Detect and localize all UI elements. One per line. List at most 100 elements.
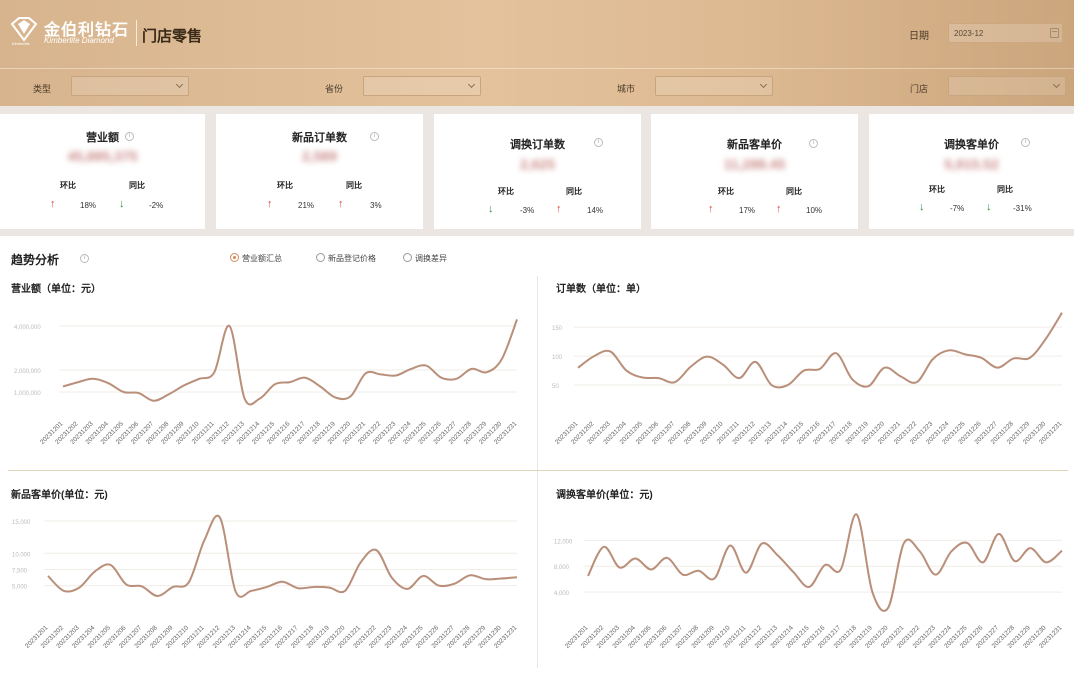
date-picker[interactable]: 2023-12 xyxy=(948,23,1063,43)
data-point[interactable] xyxy=(468,573,472,577)
data-point[interactable] xyxy=(167,392,171,396)
info-icon[interactable]: i xyxy=(125,132,134,141)
data-point[interactable] xyxy=(947,348,951,352)
data-point[interactable] xyxy=(949,549,953,553)
data-point[interactable] xyxy=(93,569,97,573)
data-point[interactable] xyxy=(1060,311,1064,315)
radio-new-price[interactable]: 新品登记价格 xyxy=(316,253,376,264)
data-point[interactable] xyxy=(515,317,519,321)
radio-revenue-summary[interactable]: 营业额汇总 xyxy=(230,253,282,264)
calendar-icon[interactable] xyxy=(1050,28,1059,38)
filter-select-city[interactable] xyxy=(655,76,773,96)
data-point[interactable] xyxy=(997,532,1001,536)
data-point[interactable] xyxy=(379,372,383,376)
data-point[interactable] xyxy=(705,355,709,359)
data-point[interactable] xyxy=(76,380,80,384)
data-point[interactable] xyxy=(633,556,637,560)
data-point[interactable] xyxy=(918,549,922,553)
data-point[interactable] xyxy=(106,381,110,385)
info-icon[interactable]: i xyxy=(1021,138,1030,147)
data-point[interactable] xyxy=(333,396,337,400)
data-point[interactable] xyxy=(1028,356,1032,360)
data-point[interactable] xyxy=(850,377,854,381)
data-point[interactable] xyxy=(312,585,316,589)
data-point[interactable] xyxy=(409,367,413,371)
data-point[interactable] xyxy=(1044,337,1048,341)
data-point[interactable] xyxy=(273,382,277,386)
data-point[interactable] xyxy=(760,542,764,546)
data-point[interactable] xyxy=(437,584,441,588)
data-point[interactable] xyxy=(641,376,645,380)
data-point[interactable] xyxy=(212,370,216,374)
data-point[interactable] xyxy=(394,374,398,378)
data-point[interactable] xyxy=(689,365,693,369)
data-point[interactable] xyxy=(697,569,701,573)
data-point[interactable] xyxy=(439,376,443,380)
data-point[interactable] xyxy=(576,366,580,370)
data-point[interactable] xyxy=(802,369,806,373)
data-point[interactable] xyxy=(883,366,887,370)
data-point[interactable] xyxy=(1028,546,1032,550)
data-point[interactable] xyxy=(374,548,378,552)
data-point[interactable] xyxy=(61,385,65,389)
data-point[interactable] xyxy=(855,512,859,516)
data-point[interactable] xyxy=(728,544,732,548)
data-point[interactable] xyxy=(318,385,322,389)
data-point[interactable] xyxy=(934,573,938,577)
data-point[interactable] xyxy=(899,374,903,378)
data-point[interactable] xyxy=(91,377,95,381)
info-icon[interactable]: i xyxy=(809,139,818,148)
data-point[interactable] xyxy=(359,560,363,564)
data-point[interactable] xyxy=(807,585,811,589)
data-point[interactable] xyxy=(406,587,410,591)
filter-select-store[interactable] xyxy=(948,76,1066,96)
data-point[interactable] xyxy=(249,589,253,593)
data-point[interactable] xyxy=(1044,560,1048,564)
data-point[interactable] xyxy=(109,563,113,567)
data-point[interactable] xyxy=(46,574,50,578)
data-point[interactable] xyxy=(866,384,870,388)
data-point[interactable] xyxy=(786,383,790,387)
data-point[interactable] xyxy=(963,352,967,356)
data-point[interactable] xyxy=(137,391,141,395)
data-point[interactable] xyxy=(823,563,827,567)
data-point[interactable] xyxy=(499,577,503,581)
data-point[interactable] xyxy=(965,541,969,545)
data-point[interactable] xyxy=(586,574,590,578)
info-icon[interactable]: i xyxy=(370,132,379,141)
data-point[interactable] xyxy=(995,366,999,370)
data-point[interactable] xyxy=(602,545,606,549)
data-point[interactable] xyxy=(421,574,425,578)
data-point[interactable] xyxy=(712,577,716,581)
data-point[interactable] xyxy=(124,582,128,586)
info-icon[interactable]: i xyxy=(80,254,89,263)
data-point[interactable] xyxy=(753,360,757,364)
data-point[interactable] xyxy=(62,589,66,593)
data-point[interactable] xyxy=(979,356,983,360)
data-point[interactable] xyxy=(454,377,458,381)
data-point[interactable] xyxy=(608,349,612,353)
data-point[interactable] xyxy=(424,364,428,368)
filter-select-type[interactable] xyxy=(71,76,189,96)
data-point[interactable] xyxy=(364,371,368,375)
data-point[interactable] xyxy=(182,383,186,387)
data-point[interactable] xyxy=(343,589,347,593)
data-point[interactable] xyxy=(681,573,685,577)
data-point[interactable] xyxy=(886,606,890,610)
data-point[interactable] xyxy=(981,560,985,564)
data-point[interactable] xyxy=(484,577,488,581)
data-point[interactable] xyxy=(931,357,935,361)
info-icon[interactable]: i xyxy=(594,138,603,147)
data-point[interactable] xyxy=(327,586,331,590)
data-point[interactable] xyxy=(485,370,489,374)
data-point[interactable] xyxy=(218,516,222,520)
data-point[interactable] xyxy=(624,369,628,373)
data-point[interactable] xyxy=(1060,549,1064,553)
data-point[interactable] xyxy=(665,556,669,560)
data-point[interactable] xyxy=(452,582,456,586)
data-point[interactable] xyxy=(776,553,780,557)
data-point[interactable] xyxy=(839,567,843,571)
data-point[interactable] xyxy=(592,354,596,358)
data-point[interactable] xyxy=(649,567,653,571)
data-point[interactable] xyxy=(281,580,285,584)
